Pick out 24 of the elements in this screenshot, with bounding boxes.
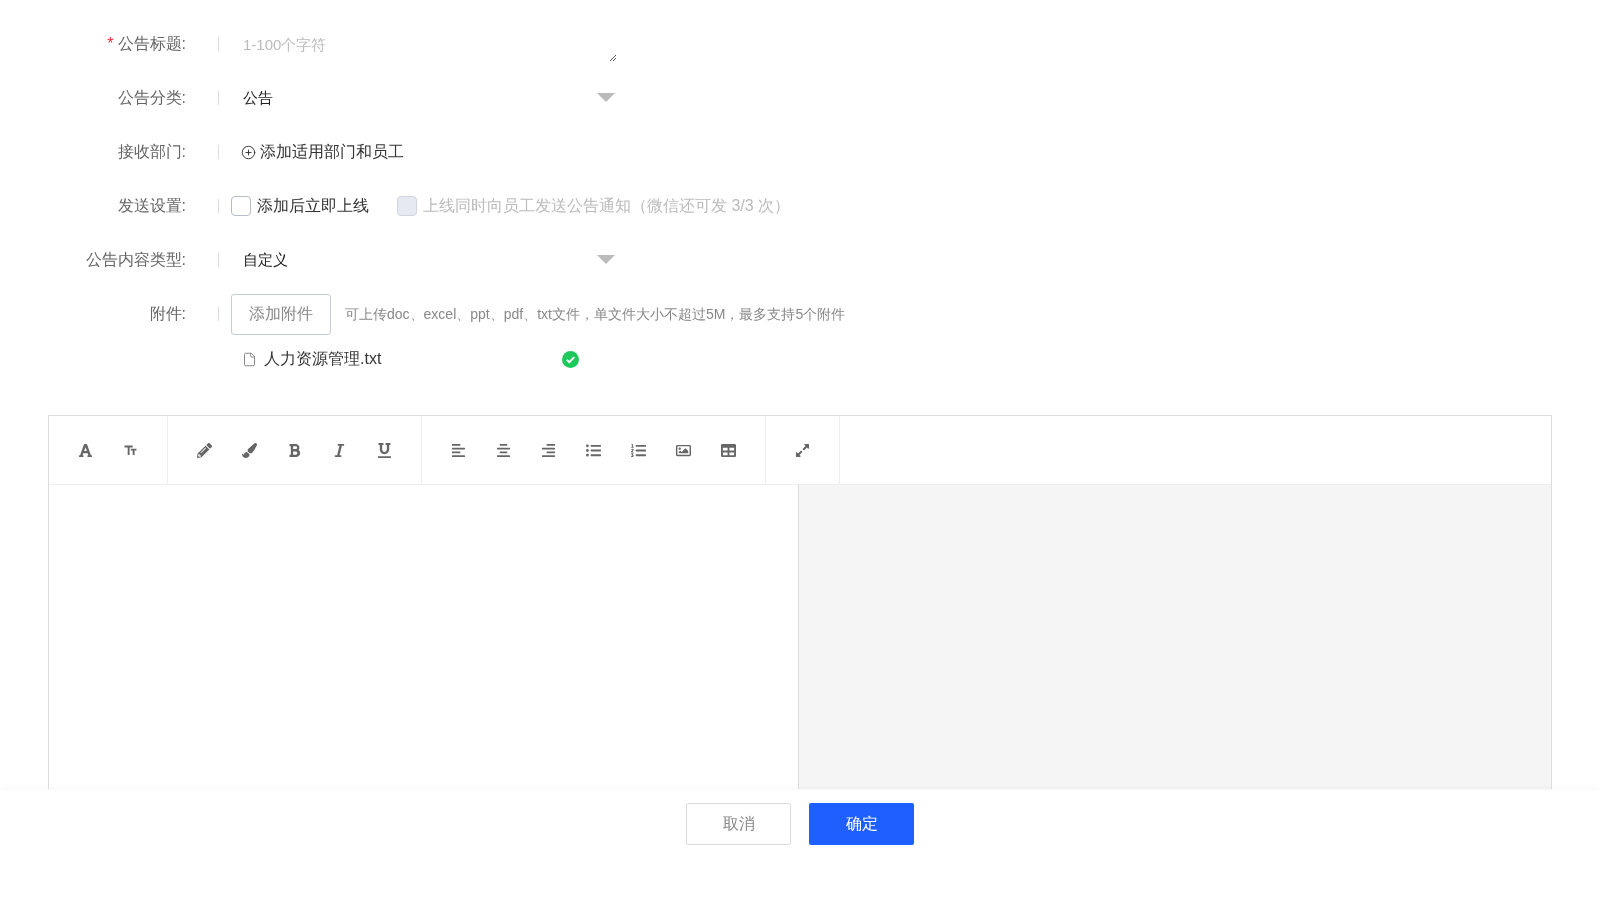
select-field[interactable]: 公告: [229, 80, 619, 116]
field-label: 附件:: [149, 304, 186, 324]
required-mark: *: [107, 34, 114, 54]
add-attachment-button[interactable]: 添加附件: [231, 293, 331, 335]
cancel-button[interactable]: 取消: [686, 803, 791, 845]
field-label: 接收部门:: [117, 142, 186, 162]
add-recipients-button[interactable]: 添加适用部门和员工: [229, 140, 404, 164]
attachment-hint: 可上传doc、excel、ppt、pdf、txt文件，单文件大小不超过5M，最多支持5个附件: [345, 304, 846, 324]
plus-icon: [241, 144, 256, 160]
field-label: 公告分类:: [117, 88, 186, 108]
dropdown-caret-icon: [597, 93, 615, 103]
dropdown-caret-icon: [597, 255, 615, 265]
checkbox-label: 添加后立即上线: [257, 196, 369, 216]
title-input[interactable]: 1-100个字符: [229, 24, 619, 64]
checkbox[interactable]: [231, 196, 251, 216]
file-name[interactable]: 人力资源管理.txt: [264, 347, 562, 371]
confirm-button[interactable]: 确定: [809, 803, 914, 845]
select-field[interactable]: 自定义: [229, 242, 619, 278]
field-label: 公告内容类型:: [85, 250, 186, 270]
resize-handle-icon: [609, 54, 617, 62]
field-label: 公告标题:: [117, 34, 186, 54]
file-icon: [242, 351, 257, 367]
field-label: 发送设置:: [117, 196, 186, 216]
checkbox-label: 上线同时向员工发送公告通知（微信还可发 3/3 次）: [423, 196, 791, 216]
